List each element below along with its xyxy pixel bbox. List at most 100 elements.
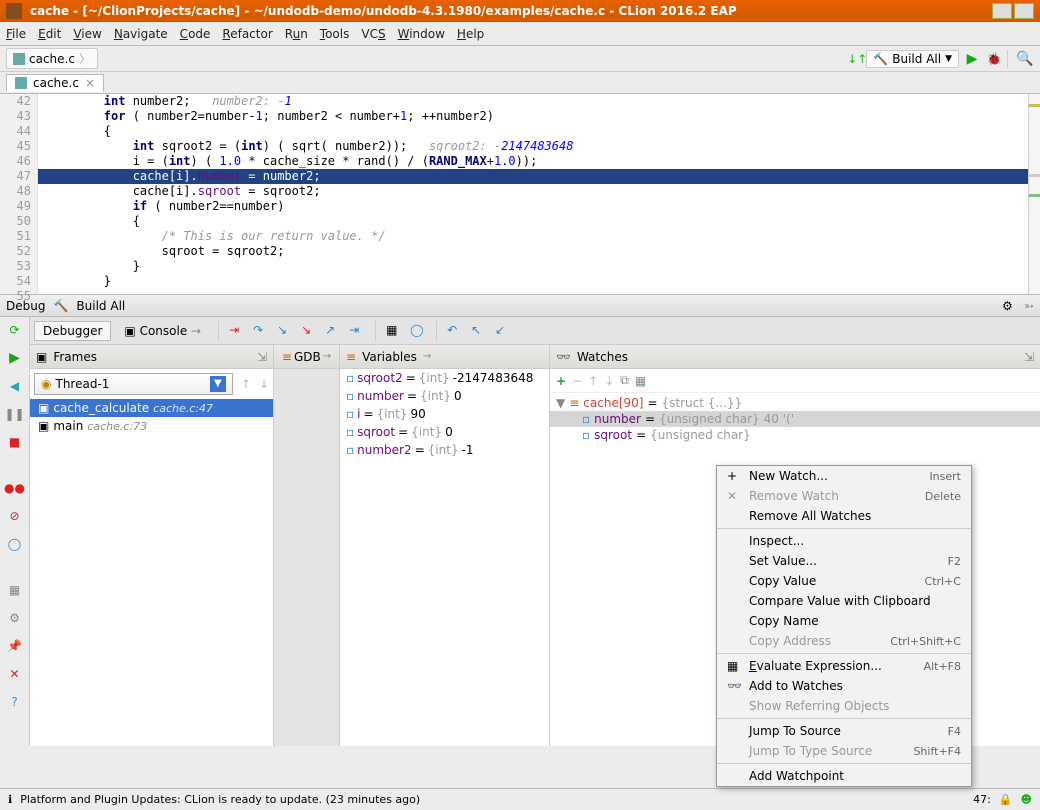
remove-watch-icon[interactable]: − [572, 374, 582, 388]
menu-item[interactable]: Copy Name [717, 611, 971, 631]
step-over-icon[interactable]: ↷ [253, 323, 269, 339]
toggle-icon[interactable]: ▦ [635, 374, 646, 388]
menu-item[interactable]: Copy ValueCtrl+C [717, 571, 971, 591]
menu-item[interactable]: Remove All Watches [717, 506, 971, 526]
force-step-into-icon[interactable]: ↘ [301, 323, 317, 339]
add-watch-icon[interactable]: + [556, 374, 566, 388]
layout-button[interactable]: ▦ [6, 581, 24, 599]
code-line[interactable]: if ( number2==number) [38, 199, 1028, 214]
code-line[interactable]: for ( number2=number-1; number2 < number… [38, 109, 1028, 124]
variable-row[interactable]: ▫sqroot2 = {int} -2147483648 [340, 369, 549, 387]
menu-navigate[interactable]: Navigate [114, 27, 168, 41]
thread-selector[interactable]: ◉ Thread-1 ▼ [34, 373, 233, 395]
menu-code[interactable]: Code [180, 27, 211, 41]
variables-body[interactable]: ▫sqroot2 = {int} -2147483648▫number = {i… [340, 369, 549, 746]
copy-icon[interactable]: ⧉ [620, 373, 629, 388]
menu-item[interactable]: ▦Evaluate Expression...Alt+F8 [717, 656, 971, 676]
code-line[interactable]: sqroot = sqroot2; [38, 244, 1028, 259]
help-button[interactable]: ? [6, 693, 24, 711]
menu-item[interactable]: Set Value...F2 [717, 551, 971, 571]
settings-button[interactable]: ⚙ [6, 609, 24, 627]
variable-row[interactable]: ▫number2 = {int} -1 [340, 441, 549, 459]
menu-item[interactable]: Inspect... [717, 531, 971, 551]
pin-button[interactable]: 📌 [6, 637, 24, 655]
hector-icon[interactable]: ☻ [1021, 793, 1032, 806]
code-line[interactable] [38, 289, 1028, 294]
menu-help[interactable]: Help [457, 27, 484, 41]
lock-icon[interactable]: 🔒 [999, 793, 1013, 806]
watch-tree[interactable]: ▼ ≡ cache[90] = {struct {...}} ▫ number … [550, 393, 1040, 445]
code-line[interactable]: { [38, 124, 1028, 139]
code-line[interactable]: /* This is our return value. */ [38, 229, 1028, 244]
watch-root-row[interactable]: ▼ ≡ cache[90] = {struct {...}} [550, 395, 1040, 411]
minimize-button[interactable] [992, 3, 1012, 19]
gear-icon[interactable]: ⚙ [1002, 299, 1016, 313]
menu-item[interactable]: +New Watch...Insert [717, 466, 971, 486]
step-out-icon[interactable]: ↗ [325, 323, 341, 339]
frame-up-icon[interactable]: ↑ [237, 377, 255, 391]
frame-item[interactable]: ▣ main cache.c:73 [30, 417, 273, 435]
menu-edit[interactable]: Edit [38, 27, 61, 41]
close-icon[interactable]: × [85, 76, 95, 90]
editor-tab[interactable]: cache.c × [6, 74, 104, 92]
code-line[interactable]: i = (int) ( 1.0 * cache_size * rand() / … [38, 154, 1028, 169]
menu-window[interactable]: Window [398, 27, 445, 41]
code-line[interactable]: cache[i].sqroot = sqroot2; [38, 184, 1028, 199]
frame-down-icon[interactable]: ↓ [255, 377, 273, 391]
breakpoints-button[interactable]: ●● [6, 479, 24, 497]
stop-button[interactable]: ■ [6, 433, 24, 451]
variable-row[interactable]: ▫number = {int} 0 [340, 387, 549, 405]
step-out-back-icon[interactable]: ↙ [495, 323, 511, 339]
menu-item[interactable]: Add Watchpoint [717, 766, 971, 786]
breadcrumb[interactable]: cache.c 〉 [6, 48, 98, 69]
restore-icon[interactable]: ⇲ [1024, 350, 1034, 364]
maximize-button[interactable] [1014, 3, 1034, 19]
menu-tools[interactable]: Tools [320, 27, 350, 41]
code-line[interactable]: { [38, 214, 1028, 229]
step-into-back-icon[interactable]: ↖ [471, 323, 487, 339]
step-into-icon[interactable]: ↘ [277, 323, 293, 339]
frame-item[interactable]: ▣ cache_calculate cache.c:47 [30, 399, 273, 417]
menu-item[interactable]: Jump To SourceF4 [717, 721, 971, 741]
resume-back-button[interactable]: ◀ [6, 377, 24, 395]
menu-view[interactable]: View [73, 27, 101, 41]
run-to-cursor-icon[interactable]: ⇥ [349, 323, 365, 339]
run-button[interactable]: ▶ [963, 50, 981, 68]
variable-row[interactable]: ▫i = {int} 90 [340, 405, 549, 423]
debug-button[interactable]: 🐞 [985, 50, 1003, 68]
menu-refactor[interactable]: Refactor [222, 27, 272, 41]
menu-run[interactable]: Run [285, 27, 308, 41]
menu-vcs[interactable]: VCS [361, 27, 385, 41]
editor-code[interactable]: int number2; number2: -1 for ( number2=n… [38, 94, 1028, 294]
code-line[interactable]: } [38, 274, 1028, 289]
menu-item[interactable]: 👓Add to Watches [717, 676, 971, 696]
run-config-dropdown[interactable]: 🔨 Build All ▼ [866, 50, 959, 68]
up-icon[interactable]: ↑ [588, 374, 598, 388]
tab-console[interactable]: ▣ Console → [115, 321, 210, 341]
expand-icon[interactable]: ▼ [556, 396, 565, 410]
pause-button[interactable]: ❚❚ [6, 405, 24, 423]
show-exec-icon[interactable]: ⇥ [229, 323, 245, 339]
pin-icon[interactable]: ➳ [1024, 299, 1034, 313]
tab-gdb[interactable]: ≡ GDB → [274, 345, 339, 369]
code-line[interactable]: int sqroot2 = (int) ( sqrt( number2)); s… [38, 139, 1028, 154]
resume-button[interactable]: ▶ [6, 349, 24, 367]
menu-file[interactable]: File [6, 27, 26, 41]
sync-icon[interactable]: ↓↑ [848, 50, 866, 68]
step-over-back-icon[interactable]: ↶ [447, 323, 463, 339]
rerun-button[interactable]: ⟳ [6, 321, 24, 339]
menu-item[interactable]: Compare Value with Clipboard [717, 591, 971, 611]
tab-debugger[interactable]: Debugger [34, 321, 111, 341]
mute-breakpoints-button[interactable]: ⊘ [6, 507, 24, 525]
search-icon[interactable]: 🔍 [1016, 50, 1034, 68]
editor-stripe[interactable] [1028, 94, 1040, 294]
evaluate-icon[interactable]: ▦ [386, 323, 402, 339]
reload-icon[interactable]: ◯ [410, 323, 426, 339]
restore-icon[interactable]: ⇲ [257, 350, 267, 364]
code-line[interactable]: } [38, 259, 1028, 274]
close-button[interactable]: ✕ [6, 665, 24, 683]
loop-button[interactable]: ◯ [6, 535, 24, 553]
down-icon[interactable]: ↓ [604, 374, 614, 388]
watch-child-row[interactable]: ▫ number = {unsigned char} 40 '(' [550, 411, 1040, 427]
code-line[interactable]: int number2; number2: -1 [38, 94, 1028, 109]
